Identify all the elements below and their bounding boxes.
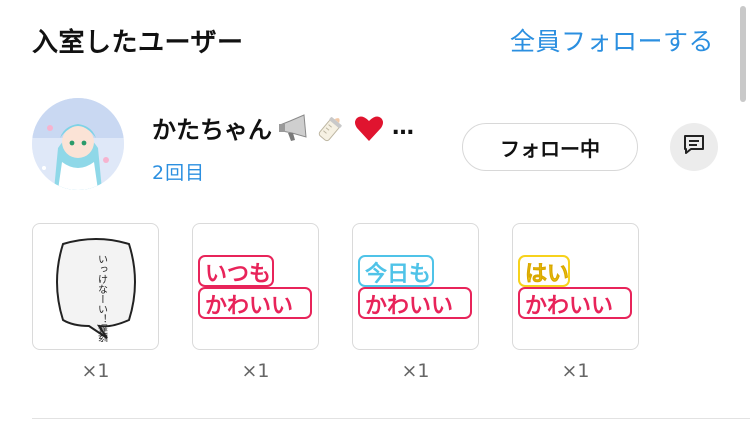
svg-text:はい: はい — [525, 262, 569, 287]
user-name[interactable]: かたちゃん — [152, 110, 272, 145]
divider — [32, 418, 750, 419]
svg-text:かわいい: かわいい — [365, 294, 453, 319]
speech-bubble-stamp[interactable]: いっけなーい！遅刻遅刻!! — [32, 223, 159, 350]
stamp-item: いっけなーい！遅刻遅刻!! ×1 — [32, 223, 159, 382]
visit-count: 2回目 — [152, 162, 206, 184]
section-title: 入室したユーザー — [32, 27, 244, 58]
message-button[interactable] — [670, 123, 718, 171]
svg-text:今日も: 今日も — [365, 261, 431, 287]
avatar[interactable] — [32, 98, 124, 190]
section-header: 入室したユーザー 全員フォローする — [32, 18, 714, 62]
user-name-line: かたちゃん … — [152, 110, 414, 145]
scrollbar[interactable] — [740, 6, 746, 102]
loudspeaker-icon — [276, 111, 310, 145]
stamp-text: いっけなーい！遅刻遅刻!! — [95, 254, 107, 342]
name-ellipsis: … — [392, 115, 414, 140]
hai-kawaii-stamp[interactable]: はい かわいい — [512, 223, 639, 350]
kyoumo-kawaii-stamp[interactable]: 今日も かわいい — [352, 223, 479, 350]
follow-all-link[interactable]: 全員フォローする — [510, 22, 714, 58]
stamp-count: ×1 — [81, 360, 110, 382]
baby-bottle-icon — [314, 111, 348, 145]
svg-text:かわいい: かわいい — [205, 294, 293, 319]
stamp-count: ×1 — [241, 360, 270, 382]
itsumo-kawaii-stamp[interactable]: いつも かわいい — [192, 223, 319, 350]
stamp-list: いっけなーい！遅刻遅刻!! ×1 いつも かわいい ×1 今日も かわいい ×1 — [32, 223, 639, 382]
comment-icon — [681, 132, 707, 162]
user-row: かたちゃん … 2回目 フォロー中 — [32, 98, 722, 194]
stamp-count: ×1 — [401, 360, 430, 382]
svg-text:いつも: いつも — [205, 262, 271, 287]
stamp-item: 今日も かわいい ×1 — [352, 223, 479, 382]
svg-text:かわいい: かわいい — [525, 294, 613, 319]
stamp-count: ×1 — [561, 360, 590, 382]
following-button[interactable]: フォロー中 — [462, 123, 638, 171]
stamp-item: はい かわいい ×1 — [512, 223, 639, 382]
red-heart-icon — [352, 111, 386, 145]
stamp-item: いつも かわいい ×1 — [192, 223, 319, 382]
